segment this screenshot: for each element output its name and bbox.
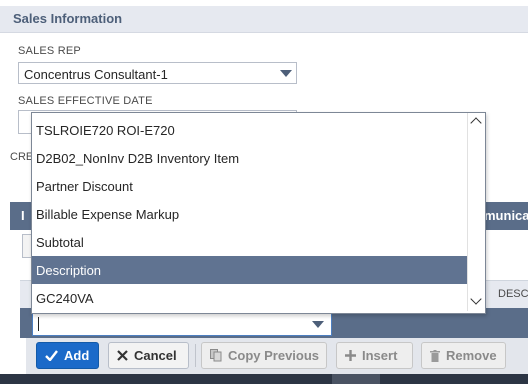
scroll-up-icon[interactable] bbox=[470, 117, 482, 129]
check-icon bbox=[45, 350, 58, 361]
remove-button[interactable]: Remove bbox=[421, 342, 506, 369]
footer-bar-segment bbox=[332, 374, 380, 384]
plus-icon bbox=[345, 350, 356, 361]
dropdown-option[interactable]: D2B02_NonInv D2B Inventory Item bbox=[32, 144, 467, 172]
sales-rep-value: Concentrus Consultant-1 bbox=[24, 67, 168, 82]
dropdown-option-selected[interactable]: Description bbox=[32, 256, 467, 284]
section-title: Sales Information bbox=[13, 11, 123, 26]
sales-rep-select[interactable]: Concentrus Consultant-1 bbox=[18, 62, 297, 84]
divider bbox=[195, 344, 196, 367]
grid-column-header-description[interactable]: DESC bbox=[498, 288, 528, 300]
footer-bar bbox=[0, 374, 528, 384]
scroll-down-icon[interactable] bbox=[470, 293, 482, 305]
trash-icon bbox=[430, 349, 440, 362]
chevron-down-icon[interactable] bbox=[312, 321, 324, 328]
truncated-field-label: CRE bbox=[10, 151, 34, 163]
dropdown-option[interactable]: Partner Discount bbox=[32, 172, 467, 200]
copy-icon bbox=[210, 349, 222, 362]
subtab-label-right[interactable]: munica bbox=[484, 208, 528, 223]
dropdown-options: TSLROIE720 ROI-E720 D2B02_NonInv D2B Inv… bbox=[32, 116, 467, 312]
dropdown-option[interactable]: Subtotal bbox=[32, 228, 467, 256]
copy-previous-button[interactable]: Copy Previous bbox=[201, 342, 327, 369]
sales-rep-label: SALES REP bbox=[18, 45, 81, 57]
dropdown-scrollbar[interactable] bbox=[467, 113, 485, 311]
cancel-button[interactable]: Cancel bbox=[108, 342, 189, 369]
item-select-input[interactable] bbox=[32, 311, 332, 336]
insert-button[interactable]: Insert bbox=[336, 342, 413, 369]
copy-previous-button-label: Copy Previous bbox=[228, 348, 320, 363]
sales-effective-date-label: SALES EFFECTIVE DATE bbox=[18, 95, 153, 107]
line-actions-bar: Add Cancel Copy Previous Insert Remove bbox=[26, 338, 528, 374]
add-button[interactable]: Add bbox=[36, 342, 99, 369]
close-icon bbox=[117, 350, 128, 361]
text-cursor bbox=[38, 317, 39, 331]
item-dropdown-list[interactable]: TSLROIE720 ROI-E720 D2B02_NonInv D2B Inv… bbox=[31, 112, 486, 314]
chevron-down-icon[interactable] bbox=[280, 70, 292, 77]
subtab-label-left[interactable]: I bbox=[21, 208, 25, 223]
add-button-label: Add bbox=[64, 348, 90, 363]
cancel-button-label: Cancel bbox=[134, 348, 177, 363]
dropdown-option[interactable]: Billable Expense Markup bbox=[32, 200, 467, 228]
remove-button-label: Remove bbox=[446, 348, 497, 363]
section-header: Sales Information bbox=[0, 6, 528, 33]
insert-button-label: Insert bbox=[362, 348, 398, 363]
dropdown-option[interactable]: GC240VA bbox=[32, 284, 467, 312]
dropdown-option[interactable]: TSLROIE720 ROI-E720 bbox=[32, 116, 467, 144]
